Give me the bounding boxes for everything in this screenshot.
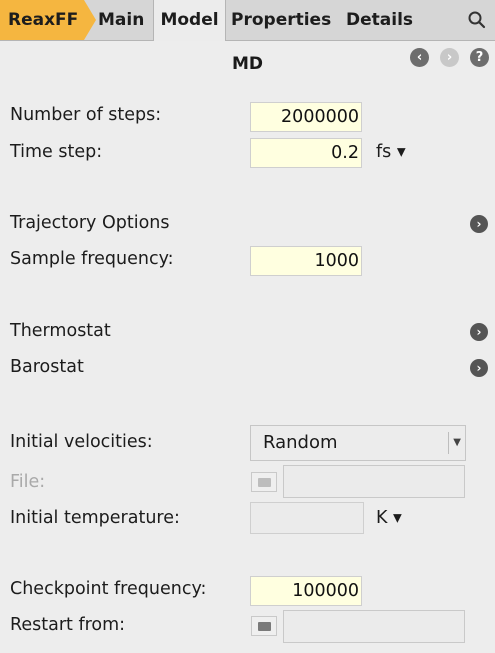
sample-frequency-label: Sample frequency:: [10, 249, 174, 269]
tab-model[interactable]: Model: [153, 0, 226, 41]
search-icon[interactable]: [467, 10, 487, 30]
number-of-steps-input[interactable]: 2000000: [250, 102, 362, 132]
thermostat-label[interactable]: Thermostat: [10, 321, 111, 341]
tab-details[interactable]: Details: [346, 0, 413, 40]
initial-velocities-select[interactable]: Random ▼: [250, 425, 466, 461]
chevron-right-icon[interactable]: ›: [470, 215, 488, 233]
time-step-unit-dropdown[interactable]: fs ▾: [376, 142, 406, 162]
file-label: File:: [10, 472, 46, 492]
tab-properties[interactable]: Properties: [231, 0, 331, 40]
time-step-label: Time step:: [10, 142, 103, 162]
restart-from-label: Restart from:: [10, 615, 126, 635]
initial-temperature-input[interactable]: [250, 502, 364, 534]
sample-frequency-input[interactable]: 1000: [250, 246, 362, 276]
file-browse-button: [251, 472, 277, 492]
select-divider: [448, 432, 449, 454]
chevron-right-icon[interactable]: ›: [470, 323, 488, 341]
initial-velocities-value: Random: [263, 432, 338, 453]
number-of-steps-label: Number of steps:: [10, 105, 162, 125]
chevron-right-icon[interactable]: ›: [470, 359, 488, 377]
restart-browse-button[interactable]: [251, 616, 277, 636]
chevron-right-icon: ›: [440, 48, 459, 67]
initial-velocities-label: Initial velocities:: [10, 432, 153, 452]
trajectory-options-label[interactable]: Trajectory Options: [10, 213, 170, 233]
checkpoint-frequency-label: Checkpoint frequency:: [10, 579, 207, 599]
file-path-input: [283, 465, 465, 498]
restart-path-input[interactable]: [283, 610, 465, 643]
barostat-label[interactable]: Barostat: [10, 357, 84, 377]
chevron-left-icon[interactable]: ‹: [410, 48, 429, 67]
checkpoint-frequency-input[interactable]: 100000: [250, 576, 362, 606]
tab-main[interactable]: Main: [98, 0, 144, 40]
folder-icon: [258, 622, 271, 631]
initial-temperature-label: Initial temperature:: [10, 508, 180, 528]
help-icon[interactable]: ?: [470, 48, 489, 67]
folder-icon: [258, 478, 271, 487]
tab-bar: ReaxFF Main Model Properties Details: [0, 0, 495, 41]
chevron-down-icon[interactable]: ▼: [453, 426, 461, 460]
time-step-input[interactable]: 0.2: [250, 138, 362, 168]
temperature-unit-dropdown[interactable]: K ▾: [376, 508, 402, 528]
app-tab-label[interactable]: ReaxFF: [8, 0, 78, 40]
